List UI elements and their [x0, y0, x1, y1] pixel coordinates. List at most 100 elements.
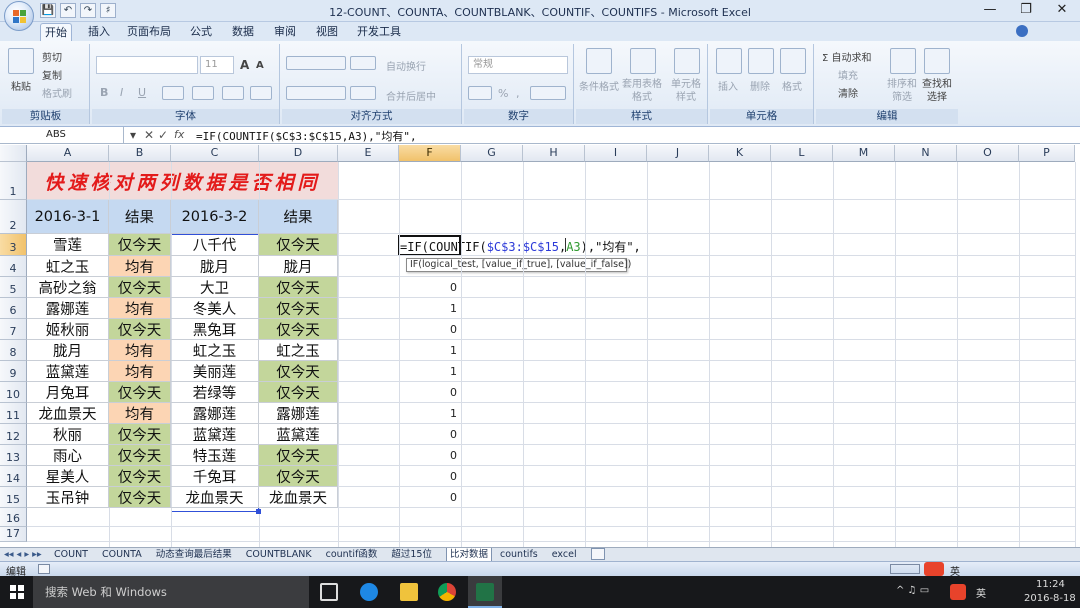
column-header-J[interactable]: J	[647, 145, 709, 162]
table-format-icon[interactable]	[630, 48, 656, 74]
cell-a[interactable]: 雨心	[27, 445, 109, 466]
cell-f-value[interactable]: 0	[399, 386, 457, 399]
row-header-6[interactable]: 6	[0, 298, 27, 319]
row-header-1[interactable]: 1	[0, 162, 27, 200]
macro-record-icon[interactable]	[38, 564, 50, 574]
cell-c[interactable]: 冬美人	[171, 298, 259, 319]
cell-b-result[interactable]: 仅今天	[109, 466, 171, 487]
decimal-icon[interactable]	[530, 86, 566, 100]
row-header-13[interactable]: 13	[0, 445, 27, 466]
wrap-text-button[interactable]: 自动换行	[386, 58, 426, 73]
cell-a[interactable]: 蓝黛莲	[27, 361, 109, 382]
cell-d-result[interactable]: 露娜莲	[259, 403, 338, 424]
enter-icon[interactable]: ✓	[158, 128, 168, 142]
cell-a[interactable]: 姬秋丽	[27, 319, 109, 340]
name-box-dropdown-icon[interactable]: ▾	[130, 128, 136, 142]
insert-cells-button[interactable]: 插入	[718, 78, 738, 93]
cell-d-result[interactable]: 仅今天	[259, 298, 338, 319]
column-header-F[interactable]: F	[399, 145, 461, 162]
cell-d-result[interactable]: 龙血景天	[259, 487, 338, 508]
cell-b-result[interactable]: 仅今天	[109, 424, 171, 445]
fill-handle[interactable]	[256, 509, 261, 514]
comma-button[interactable]: ,	[516, 87, 520, 100]
cell-b-result[interactable]: 均有	[109, 403, 171, 424]
excel-taskbar-button[interactable]	[468, 576, 502, 608]
column-header-H[interactable]: H	[523, 145, 585, 162]
cell-a[interactable]: 雪莲	[27, 234, 109, 256]
underline-button[interactable]: U	[138, 86, 146, 99]
fill-color-icon[interactable]	[192, 86, 214, 100]
format-painter-button[interactable]: 格式刷	[42, 85, 72, 100]
tab-review[interactable]: 审阅	[270, 23, 300, 41]
sheet-tab-4[interactable]: countif函数	[326, 548, 378, 562]
row-header-3[interactable]: 3	[0, 234, 27, 256]
cell-c[interactable]: 龙血景天	[171, 487, 259, 508]
sogou-ime-icon[interactable]	[924, 562, 944, 576]
column-header-O[interactable]: O	[957, 145, 1019, 162]
cell-c[interactable]: 胧月	[171, 256, 259, 277]
paste-icon[interactable]	[8, 48, 34, 74]
row-header-2[interactable]: 2	[0, 200, 27, 234]
conditional-format-button[interactable]: 条件格式	[579, 78, 619, 93]
cell-c[interactable]: 八千代	[171, 234, 259, 256]
cell-a[interactable]: 高砂之翁	[27, 277, 109, 298]
cell-d-result[interactable]: 仅今天	[259, 234, 338, 256]
view-buttons-icon[interactable]	[890, 564, 920, 574]
cell-c[interactable]: 千兔耳	[171, 466, 259, 487]
cell-f-value[interactable]: 1	[399, 344, 457, 357]
cell-a[interactable]: 月兔耳	[27, 382, 109, 403]
sheet-tab-3[interactable]: COUNTBLANK	[246, 548, 312, 562]
tab-insert[interactable]: 插入	[84, 23, 114, 41]
row-header-15[interactable]: 15	[0, 487, 27, 508]
sheet-tab-8[interactable]: excel	[552, 548, 577, 562]
header-cell[interactable]: 结果	[259, 200, 338, 234]
cell-d-result[interactable]: 仅今天	[259, 319, 338, 340]
conditional-format-icon[interactable]	[586, 48, 612, 74]
cell-b-result[interactable]: 均有	[109, 361, 171, 382]
tab-view[interactable]: 视图	[312, 23, 342, 41]
cell-d-result[interactable]: 仅今天	[259, 382, 338, 403]
sheet-tab-5[interactable]: 超过15位	[391, 548, 432, 562]
font-size-combo[interactable]: 11	[200, 56, 234, 74]
row-header-5[interactable]: 5	[0, 277, 27, 298]
cell-f-value[interactable]: 0	[399, 491, 457, 504]
vertical-align-icon[interactable]	[286, 56, 346, 70]
find-select-button[interactable]: 查找和选择	[920, 78, 954, 104]
cell-a[interactable]: 秋丽	[27, 424, 109, 445]
row-header-11[interactable]: 11	[0, 403, 27, 424]
cell-d-result[interactable]: 仅今天	[259, 445, 338, 466]
percent-button[interactable]: %	[498, 87, 508, 100]
sheet-tab-7[interactable]: countifs	[500, 548, 538, 562]
cell-d-result[interactable]: 仅今天	[259, 466, 338, 487]
column-header-P[interactable]: P	[1019, 145, 1075, 162]
column-header-N[interactable]: N	[895, 145, 957, 162]
merge-center-button[interactable]: 合并后居中	[386, 88, 436, 103]
file-explorer-icon[interactable]	[400, 583, 418, 601]
cell-b-result[interactable]: 仅今天	[109, 487, 171, 508]
row-header-8[interactable]: 8	[0, 340, 27, 361]
cell-style-icon[interactable]	[674, 48, 700, 74]
tab-page-layout[interactable]: 页面布局	[126, 23, 172, 41]
chrome-icon[interactable]	[438, 583, 456, 601]
column-header-K[interactable]: K	[709, 145, 771, 162]
cell-b-result[interactable]: 均有	[109, 340, 171, 361]
taskbar-search[interactable]: 搜索 Web 和 Windows	[33, 576, 309, 608]
column-header-E[interactable]: E	[338, 145, 399, 162]
task-view-icon[interactable]	[320, 583, 338, 601]
cell-d-result[interactable]: 仅今天	[259, 361, 338, 382]
copy-button[interactable]: 复制	[42, 67, 62, 82]
restore-button[interactable]: ❐	[1008, 0, 1044, 20]
cell-edit-text[interactable]: =IF(COUNTIF($C$3:$C$15,A3),"均有",	[400, 238, 641, 255]
cell-style-button[interactable]: 单元格样式	[668, 78, 704, 104]
cell-f-value[interactable]: 0	[399, 449, 457, 462]
phonetic-icon[interactable]	[250, 86, 272, 100]
cell-c[interactable]: 黑兔耳	[171, 319, 259, 340]
column-header-G[interactable]: G	[461, 145, 523, 162]
tab-home[interactable]: 开始	[40, 23, 72, 41]
fill-button[interactable]: 填充	[838, 67, 858, 82]
office-button[interactable]	[4, 1, 34, 31]
cell-b-result[interactable]: 均有	[109, 256, 171, 277]
cell-d-result[interactable]: 仅今天	[259, 277, 338, 298]
cell-f-value[interactable]: 0	[399, 281, 457, 294]
cell-c[interactable]: 露娜莲	[171, 403, 259, 424]
